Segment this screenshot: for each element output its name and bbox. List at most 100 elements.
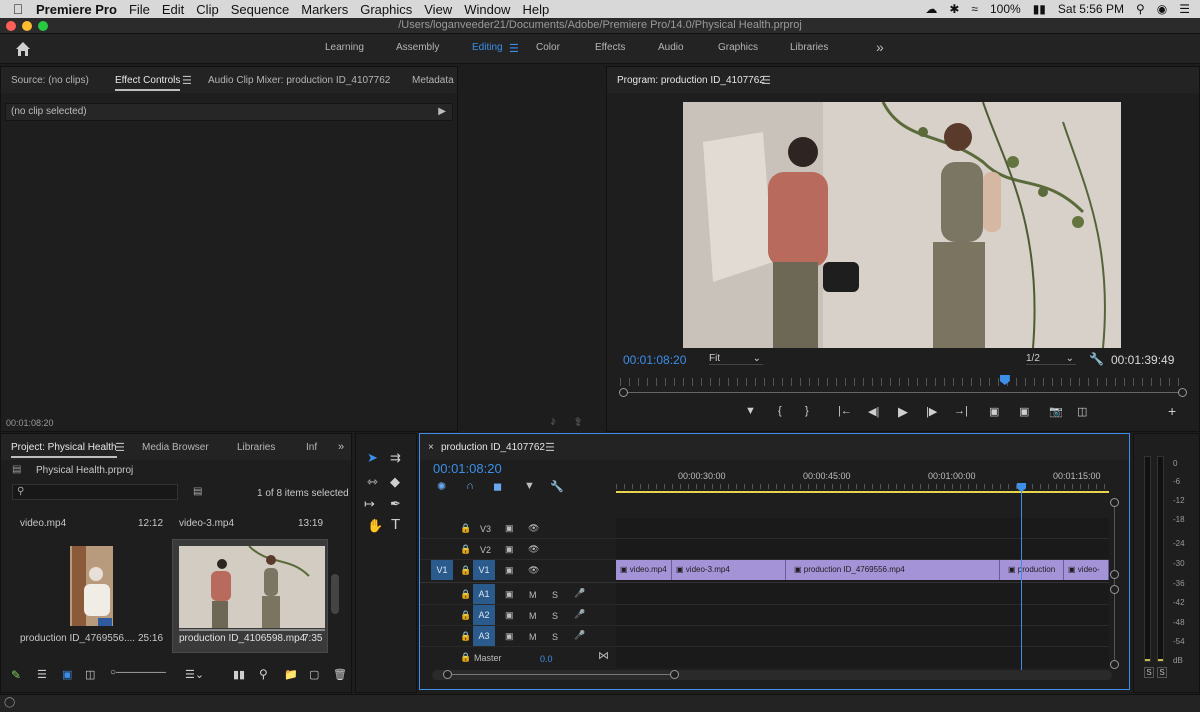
track-label-a1[interactable]: A1 [473,584,495,604]
panel-menu-icon[interactable]: ☰ [182,74,192,87]
new-bin-icon[interactable]: 📁 [284,668,298,681]
project-clip-name[interactable]: video.mp4 [20,518,66,529]
horizontal-scrollbar[interactable] [432,670,1112,680]
program-video-frame[interactable] [683,102,1121,348]
workspace-menu-icon[interactable]: ☰ [509,42,519,55]
selection-tool-icon[interactable]: ➤ [367,450,378,466]
eye-icon[interactable]: 👁 [528,523,539,534]
wifi-icon[interactable]: ≈ [971,2,978,16]
battery-icon[interactable]: ▮▮ [1033,2,1046,16]
lift-icon[interactable]: ▣ [989,405,999,418]
vertical-scrollbar[interactable] [1114,500,1115,666]
clock[interactable]: Sat 5:56 PM [1058,2,1124,16]
lock-icon[interactable]: 🔒 [460,610,471,621]
sync-lock-icon[interactable]: ▣ [505,631,514,642]
track-label-a3[interactable]: A3 [473,626,495,646]
tab-audio-clip-mixer[interactable]: Audio Clip Mixer: production ID_4107762 [208,75,390,86]
scroll-handle[interactable] [1110,570,1119,579]
menu-window[interactable]: Window [464,2,510,17]
menu-sequence[interactable]: Sequence [231,2,290,17]
tab-source[interactable]: Source: (no clips) [11,75,89,86]
timeline-current-timecode[interactable]: 00:01:08:20 [433,461,502,476]
workspace-color[interactable]: Color [536,42,560,53]
tab-media-browser[interactable]: Media Browser [142,442,209,453]
timeline-ruler-ticks[interactable] [616,484,1109,489]
program-scrub-bar[interactable] [620,392,1186,393]
workspace-effects[interactable]: Effects [595,42,625,53]
eye-icon[interactable]: 👁 [528,565,539,576]
step-forward-icon[interactable]: |▶ [926,405,937,418]
zoom-handle-right[interactable] [1178,388,1187,397]
timeline-clip[interactable]: ▣ video.mp4 [616,560,672,580]
voice-over-mic-icon[interactable]: 🎤 [574,609,585,620]
notification-center-icon[interactable]: ☰ [1179,2,1190,16]
program-time-ruler[interactable] [620,378,1186,386]
track-label-v1[interactable]: V1 [473,560,495,580]
comparison-view-icon[interactable]: ◫ [1077,405,1087,418]
find-icon[interactable]: ⚲ [259,667,268,681]
apple-icon[interactable]:  [0,1,36,17]
solo-button[interactable]: S [552,632,558,642]
slip-tool-icon[interactable]: ↦ [364,496,375,512]
menu-view[interactable]: View [424,2,452,17]
pen-tool-icon[interactable]: ✒ [390,496,401,512]
zoom-handle-left[interactable] [619,388,628,397]
solo-right-button[interactable]: S [1157,667,1167,678]
sort-icons-icon[interactable]: ☰⌄ [185,668,204,681]
workspace-graphics[interactable]: Graphics [718,42,758,53]
voice-over-mic-icon[interactable]: 🎤 [574,588,585,599]
sync-lock-icon[interactable]: ▣ [505,565,514,576]
status-indicator-icon[interactable]: ◯ [4,697,15,708]
playback-resolution-select[interactable]: 1/2 ⌄ [1026,353,1076,365]
mute-button[interactable]: M [529,632,537,642]
linked-selection-icon[interactable]: ◼ [493,480,502,493]
writable-pencil-icon[interactable]: ✎ [11,668,21,682]
project-menu-icon[interactable]: ☰ [115,441,125,454]
more-panels-icon[interactable]: » [338,441,344,453]
workspace-learning[interactable]: Learning [325,42,364,53]
voice-over-mic-icon[interactable]: 🎤 [574,630,585,641]
timeline-playhead-line[interactable] [1021,492,1022,670]
mute-button[interactable]: M [529,590,537,600]
go-to-in-icon[interactable]: |← [838,405,852,417]
clip-thumbnail[interactable] [70,546,113,626]
sync-lock-icon[interactable]: ▣ [505,544,514,555]
source-patch-v1[interactable]: V1 [431,560,453,580]
sync-lock-icon[interactable]: ▣ [505,523,514,534]
program-current-timecode[interactable]: 00:01:08:20 [623,353,686,367]
hand-tool-icon[interactable]: ✋ [367,518,383,534]
lock-icon[interactable]: 🔒 [460,523,471,534]
program-monitor-title[interactable]: Program: production ID_4107762 [617,75,765,89]
workspace-editing[interactable]: Editing [472,42,503,53]
lock-icon[interactable]: 🔒 [460,631,471,642]
razor-tool-icon[interactable]: ◆ [390,474,400,490]
mute-button[interactable]: M [529,611,537,621]
sequence-menu-icon[interactable]: ☰ [545,441,555,454]
wrench-settings-icon[interactable]: 🔧 [1089,352,1104,366]
spotlight-search-icon[interactable]: ⚲ [1136,2,1145,16]
timeline-settings-icon[interactable]: 🔧 [550,480,564,493]
bluetooth-icon[interactable]: ✱ [949,2,959,16]
tab-project[interactable]: Project: Physical Health [11,442,117,458]
solo-button[interactable]: S [552,590,558,600]
project-clip-name[interactable]: production ID_4769556.... [20,633,135,644]
lock-icon[interactable]: 🔒 [460,589,471,600]
solo-left-button[interactable]: S [1144,667,1154,678]
step-back-icon[interactable]: ◀| [868,405,879,418]
go-to-out-icon[interactable]: →| [954,405,968,417]
more-workspaces-icon[interactable]: » [876,39,884,55]
tab-libraries[interactable]: Libraries [237,442,275,453]
add-marker-icon[interactable]: ▼ [524,480,535,492]
timeline-clip[interactable]: ▣ production [1000,560,1064,580]
export-frame-camera-icon[interactable]: 📷 [1049,405,1063,418]
timeline-clip[interactable]: ▣ video- [1064,560,1109,580]
lock-icon[interactable]: 🔒 [460,544,471,555]
add-button-icon[interactable]: + [1168,403,1176,419]
scroll-handle-left[interactable] [443,670,452,679]
scroll-handle[interactable] [1110,660,1119,669]
project-clip-name[interactable]: video-3.mp4 [179,518,234,529]
snap-magnet-icon[interactable]: ∩ [466,480,474,492]
export-frame-icon[interactable]: ⇪ [573,415,582,428]
project-scrollbar[interactable] [331,574,339,614]
type-tool-icon[interactable]: T [391,516,400,533]
